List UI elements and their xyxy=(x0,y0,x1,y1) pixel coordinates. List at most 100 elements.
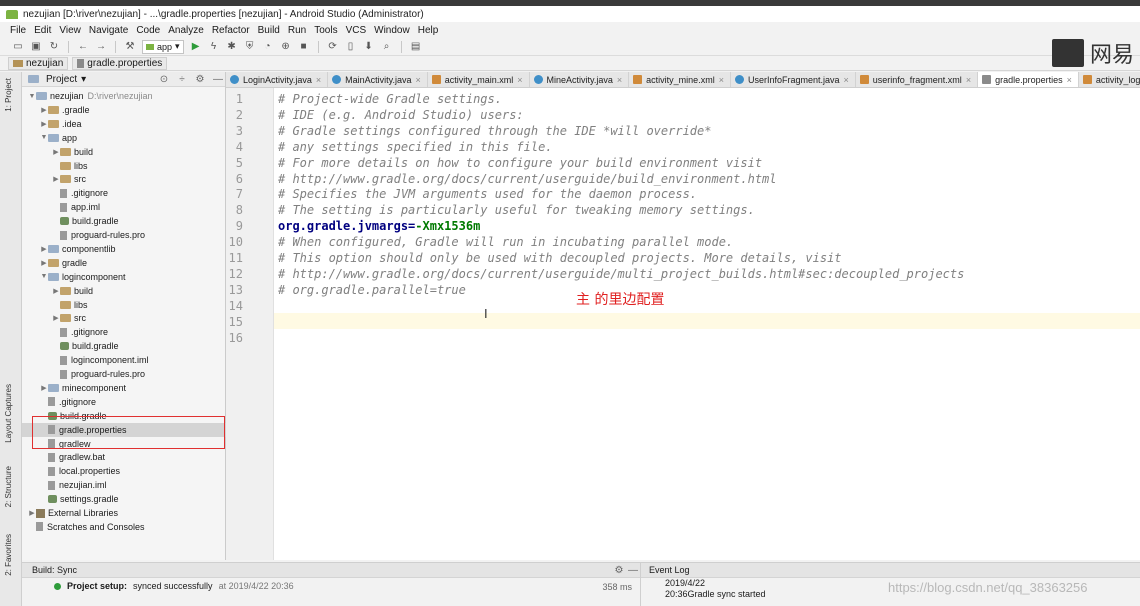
menu-item-file[interactable]: File xyxy=(10,25,26,36)
tree-item[interactable]: build.gradle xyxy=(22,214,226,228)
save-icon[interactable]: ▣ xyxy=(30,41,42,53)
editor-tab[interactable]: gradle.properties × xyxy=(978,72,1079,87)
make-project-icon[interactable]: ⚒ xyxy=(124,41,136,53)
debug-icon[interactable]: ✱ xyxy=(226,41,238,53)
tree-item[interactable]: proguard-rules.pro xyxy=(22,228,226,242)
tree-item[interactable]: nezujian.iml xyxy=(22,478,226,492)
stop-icon[interactable]: ■ xyxy=(298,41,310,53)
tab-build-sync[interactable]: Build: Sync xyxy=(32,565,77,575)
tree-item[interactable]: build.gradle xyxy=(22,409,226,423)
layout-inspector-icon[interactable]: ▤ xyxy=(410,41,422,53)
editor-tab[interactable]: activity_mine.xml × xyxy=(629,72,731,87)
tab-project[interactable]: 1: Project xyxy=(4,78,13,112)
apply-changes-icon[interactable]: ϟ xyxy=(208,41,220,53)
close-icon[interactable]: × xyxy=(844,75,849,85)
tree-item[interactable]: ▼ logincomponent xyxy=(22,270,226,284)
editor-tab[interactable]: UserInfoFragment.java × xyxy=(731,72,856,87)
chevron-down-icon[interactable]: ▼ xyxy=(40,134,48,141)
tree-item[interactable]: build.gradle xyxy=(22,339,226,353)
tree-item[interactable]: ▶ src xyxy=(22,172,226,186)
tree-item[interactable]: gradlew xyxy=(22,437,226,451)
tree-item[interactable]: ▶ .gradle xyxy=(22,103,226,117)
tree-item[interactable]: ▼ app xyxy=(22,131,226,145)
chevron-right-icon[interactable]: ▶ xyxy=(40,120,48,128)
menu-item-analyze[interactable]: Analyze xyxy=(168,25,204,36)
run-config-select[interactable]: app ▾ xyxy=(142,39,184,54)
menu-item-tools[interactable]: Tools xyxy=(314,25,337,36)
coverage-icon[interactable]: ⛨ xyxy=(244,41,256,53)
tree-item[interactable]: ▶ build xyxy=(22,145,226,159)
close-icon[interactable]: × xyxy=(517,75,522,85)
menu-item-view[interactable]: View xyxy=(59,25,81,36)
editor-tab[interactable]: activity_main.xml × xyxy=(428,72,530,87)
tab-favorites[interactable]: 2: Favorites xyxy=(4,534,13,576)
hide-icon[interactable]: — xyxy=(211,74,225,85)
menu-item-vcs[interactable]: VCS xyxy=(346,25,367,36)
close-icon[interactable]: × xyxy=(617,75,622,85)
menu-item-build[interactable]: Build xyxy=(258,25,280,36)
tree-item[interactable]: libs xyxy=(22,159,226,173)
attach-debugger-icon[interactable]: ⊕ xyxy=(280,41,292,53)
sync-icon[interactable]: ↻ xyxy=(48,41,60,53)
tree-item[interactable]: ▶ minecomponent xyxy=(22,381,226,395)
tab-event-log[interactable]: Event Log xyxy=(649,565,690,575)
open-folder-icon[interactable]: ▭ xyxy=(12,41,24,53)
chevron-right-icon[interactable]: ▶ xyxy=(52,148,60,156)
chevron-right-icon[interactable]: ▶ xyxy=(40,245,48,253)
chevron-down-icon[interactable]: ▼ xyxy=(28,93,36,100)
tree-item[interactable]: settings.gradle xyxy=(22,492,226,506)
tree-item[interactable]: ▶ build xyxy=(22,284,226,298)
chevron-right-icon[interactable]: ▶ xyxy=(40,384,48,392)
tree-item[interactable]: libs xyxy=(22,298,226,312)
chevron-right-icon[interactable]: ▶ xyxy=(52,287,60,295)
tree-item[interactable]: ▼ nezujian D:\river\nezujian xyxy=(22,89,226,103)
tab-layout-captures[interactable]: Layout Captures xyxy=(4,384,13,443)
menu-item-window[interactable]: Window xyxy=(374,25,410,36)
chevron-right-icon[interactable]: ▶ xyxy=(40,259,48,267)
gear-icon[interactable]: ⚙ xyxy=(612,565,626,576)
tree-item[interactable]: ▶ gradle xyxy=(22,256,226,270)
menu-item-help[interactable]: Help xyxy=(418,25,439,36)
tree-item[interactable]: local.properties xyxy=(22,464,226,478)
tree-item[interactable]: ▶ componentlib xyxy=(22,242,226,256)
forward-icon[interactable]: → xyxy=(95,41,107,53)
tree-item[interactable]: .gitignore xyxy=(22,186,226,200)
chevron-down-icon[interactable]: ▼ xyxy=(40,273,48,280)
editor-tab[interactable]: MineActivity.java × xyxy=(530,72,630,87)
close-icon[interactable]: × xyxy=(966,75,971,85)
tab-structure[interactable]: 2: Structure xyxy=(4,466,13,507)
editor-tab[interactable]: LoginActivity.java × xyxy=(226,72,329,87)
back-icon[interactable]: ← xyxy=(77,41,89,53)
tree-item[interactable]: proguard-rules.pro xyxy=(22,367,226,381)
editor-tab[interactable]: userinfo_fragment.xml × xyxy=(856,72,979,87)
tree-item[interactable]: .gitignore xyxy=(22,325,226,339)
hide-icon[interactable]: — xyxy=(626,565,640,576)
editor-tab[interactable]: activity_login.xml× xyxy=(1079,72,1140,87)
menu-item-refactor[interactable]: Refactor xyxy=(212,25,250,36)
menu-item-navigate[interactable]: Navigate xyxy=(89,25,128,36)
tree-item[interactable]: gradlew.bat xyxy=(22,450,226,464)
breadcrumb-project[interactable]: nezujian xyxy=(8,56,69,70)
run-icon[interactable]: ▶ xyxy=(190,41,202,53)
menu-item-code[interactable]: Code xyxy=(136,25,160,36)
search-icon[interactable]: ⌕ xyxy=(381,41,393,53)
gradle-sync-icon[interactable]: ⟳ xyxy=(327,41,339,53)
menu-item-run[interactable]: Run xyxy=(288,25,306,36)
menu-item-edit[interactable]: Edit xyxy=(34,25,51,36)
project-view-label[interactable]: Project xyxy=(46,74,77,85)
close-icon[interactable]: × xyxy=(1067,75,1072,85)
build-status-row[interactable]: Project setup: synced successfully at 20… xyxy=(22,578,640,594)
tree-item[interactable]: .gitignore xyxy=(22,395,226,409)
close-icon[interactable]: × xyxy=(416,75,421,85)
breadcrumb-file[interactable]: gradle.properties xyxy=(72,56,168,70)
tree-item[interactable]: ▶ .idea xyxy=(22,117,226,131)
tree-item[interactable]: ▶ External Libraries xyxy=(22,506,226,520)
editor-tab[interactable]: MainActivity.java × xyxy=(328,72,428,87)
gear-icon[interactable]: ⚙ xyxy=(193,74,207,85)
tree-item[interactable]: logincomponent.iml xyxy=(22,353,226,367)
locate-icon[interactable]: ⊙ xyxy=(157,74,171,85)
chevron-right-icon[interactable]: ▶ xyxy=(52,314,60,322)
tree-item[interactable]: app.iml xyxy=(22,200,226,214)
chevron-down-icon[interactable]: ▾ xyxy=(81,74,86,85)
close-icon[interactable]: × xyxy=(316,75,321,85)
